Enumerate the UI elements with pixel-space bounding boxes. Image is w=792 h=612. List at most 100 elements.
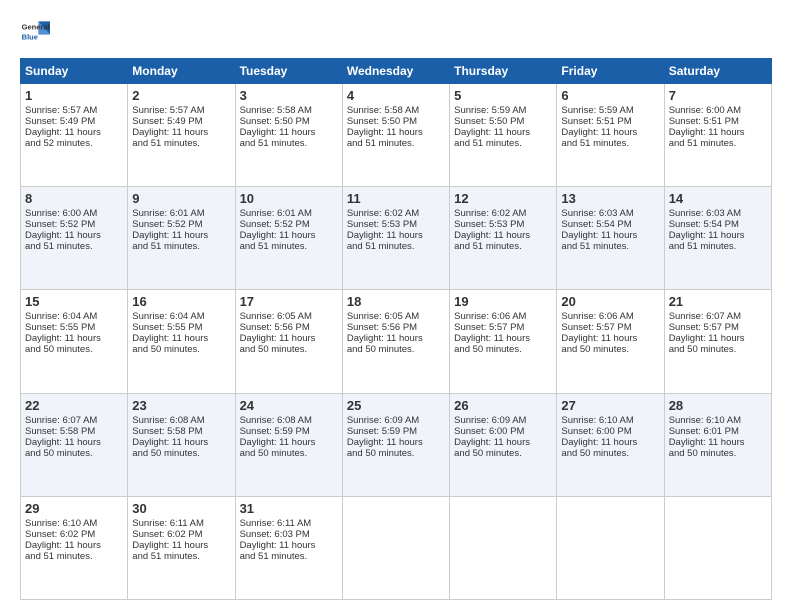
day-info-line: and 50 minutes. (347, 448, 445, 459)
day-info-line: and 51 minutes. (454, 241, 552, 252)
day-info-line: Daylight: 11 hours (25, 127, 123, 138)
day-info-line: Sunrise: 6:04 AM (132, 311, 230, 322)
day-info-line: Daylight: 11 hours (25, 230, 123, 241)
day-info-line: Sunrise: 6:05 AM (240, 311, 338, 322)
day-info-line: and 50 minutes. (132, 448, 230, 459)
day-info-line: Sunset: 6:02 PM (132, 529, 230, 540)
calendar-table: SundayMondayTuesdayWednesdayThursdayFrid… (20, 58, 772, 600)
day-number: 16 (132, 294, 230, 309)
svg-text:General: General (22, 23, 50, 32)
day-number: 26 (454, 398, 552, 413)
day-info-line: and 51 minutes. (669, 241, 767, 252)
day-info-line: Sunset: 5:49 PM (25, 116, 123, 127)
day-info-line: Sunrise: 6:08 AM (240, 415, 338, 426)
day-info-line: and 51 minutes. (25, 551, 123, 562)
day-info-line: Sunset: 5:53 PM (454, 219, 552, 230)
day-info-line: and 51 minutes. (25, 241, 123, 252)
empty-cell (342, 496, 449, 599)
day-info-line: Sunrise: 6:05 AM (347, 311, 445, 322)
day-info-line: and 50 minutes. (561, 448, 659, 459)
day-info-line: Sunrise: 6:06 AM (454, 311, 552, 322)
day-cell-28: 28Sunrise: 6:10 AMSunset: 6:01 PMDayligh… (664, 393, 771, 496)
day-info-line: Sunset: 5:57 PM (561, 322, 659, 333)
day-cell-6: 6Sunrise: 5:59 AMSunset: 5:51 PMDaylight… (557, 84, 664, 187)
day-info-line: Daylight: 11 hours (25, 437, 123, 448)
day-info-line: Sunset: 5:59 PM (240, 426, 338, 437)
day-info-line: Daylight: 11 hours (669, 437, 767, 448)
day-info-line: Sunrise: 5:59 AM (561, 105, 659, 116)
day-cell-15: 15Sunrise: 6:04 AMSunset: 5:55 PMDayligh… (21, 290, 128, 393)
day-info-line: Sunset: 5:57 PM (454, 322, 552, 333)
col-header-sunday: Sunday (21, 59, 128, 84)
day-info-line: Sunrise: 5:59 AM (454, 105, 552, 116)
day-info-line: Daylight: 11 hours (561, 333, 659, 344)
day-info-line: Daylight: 11 hours (347, 230, 445, 241)
day-info-line: Sunrise: 6:10 AM (25, 518, 123, 529)
day-number: 14 (669, 191, 767, 206)
day-info-line: Sunrise: 5:57 AM (132, 105, 230, 116)
day-number: 12 (454, 191, 552, 206)
day-number: 5 (454, 88, 552, 103)
day-info-line: Sunrise: 6:09 AM (454, 415, 552, 426)
day-number: 30 (132, 501, 230, 516)
day-cell-18: 18Sunrise: 6:05 AMSunset: 5:56 PMDayligh… (342, 290, 449, 393)
day-number: 1 (25, 88, 123, 103)
day-info-line: Sunrise: 5:58 AM (240, 105, 338, 116)
day-info-line: Daylight: 11 hours (347, 437, 445, 448)
empty-cell (664, 496, 771, 599)
day-info-line: Sunset: 5:57 PM (669, 322, 767, 333)
day-info-line: Daylight: 11 hours (132, 540, 230, 551)
day-info-line: Sunset: 5:54 PM (669, 219, 767, 230)
day-info-line: and 51 minutes. (561, 138, 659, 149)
day-cell-24: 24 Sunrise: 6:08 AMSunset: 5:59 PMDayligh… (235, 393, 342, 496)
day-number: 11 (347, 191, 445, 206)
day-cell-17: 17Sunrise: 6:05 AMSunset: 5:56 PMDayligh… (235, 290, 342, 393)
day-cell-8: 8Sunrise: 6:00 AMSunset: 5:52 PMDaylight… (21, 187, 128, 290)
day-number: 17 (240, 294, 338, 309)
day-info-line: Daylight: 11 hours (454, 437, 552, 448)
day-info-line: Daylight: 11 hours (347, 127, 445, 138)
day-info-line: Sunrise: 6:11 AM (240, 518, 338, 529)
day-number: 29 (25, 501, 123, 516)
day-cell-16: 16Sunrise: 6:04 AMSunset: 5:55 PMDayligh… (128, 290, 235, 393)
day-number: 9 (132, 191, 230, 206)
day-info-line: Daylight: 11 hours (561, 437, 659, 448)
header: General Blue (20, 18, 772, 48)
day-info-line: Daylight: 11 hours (132, 230, 230, 241)
day-info-line: Daylight: 11 hours (454, 127, 552, 138)
day-info-line: Sunset: 5:54 PM (561, 219, 659, 230)
day-info-line: Sunset: 5:55 PM (25, 322, 123, 333)
day-cell-4: 4Sunrise: 5:58 AMSunset: 5:50 PMDaylight… (342, 84, 449, 187)
day-number: 8 (25, 191, 123, 206)
logo: General Blue (20, 18, 50, 48)
day-info-line: and 51 minutes. (669, 138, 767, 149)
day-number: 15 (25, 294, 123, 309)
day-info-line: Sunset: 5:59 PM (347, 426, 445, 437)
day-info-line: and 50 minutes. (454, 448, 552, 459)
day-info-line: Daylight: 11 hours (240, 437, 338, 448)
day-number: 2 (132, 88, 230, 103)
day-cell-5: 5 Sunrise: 5:59 AMSunset: 5:50 PMDaylight… (450, 84, 557, 187)
day-info-line: Sunrise: 6:07 AM (25, 415, 123, 426)
empty-cell (557, 496, 664, 599)
day-number: 31 (240, 501, 338, 516)
day-number: 10 (240, 191, 338, 206)
day-number: 27 (561, 398, 659, 413)
col-header-monday: Monday (128, 59, 235, 84)
day-info-line: Daylight: 11 hours (240, 127, 338, 138)
day-info-line: Sunrise: 5:57 AM (25, 105, 123, 116)
day-cell-1: 1 Sunrise: 5:57 AMSunset: 5:49 PMDaylight… (21, 84, 128, 187)
day-info-line: Sunset: 5:50 PM (454, 116, 552, 127)
day-info-line: and 50 minutes. (240, 448, 338, 459)
day-number: 24 (240, 398, 338, 413)
day-cell-11: 11Sunrise: 6:02 AMSunset: 5:53 PMDayligh… (342, 187, 449, 290)
day-info-line: Daylight: 11 hours (454, 230, 552, 241)
day-info-line: Sunset: 6:00 PM (454, 426, 552, 437)
day-info-line: Daylight: 11 hours (240, 333, 338, 344)
day-info-line: Sunset: 5:52 PM (240, 219, 338, 230)
day-info-line: Daylight: 11 hours (454, 333, 552, 344)
day-number: 23 (132, 398, 230, 413)
day-info-line: Sunset: 6:03 PM (240, 529, 338, 540)
day-cell-21: 21Sunrise: 6:07 AMSunset: 5:57 PMDayligh… (664, 290, 771, 393)
day-cell-2: 2Sunrise: 5:57 AMSunset: 5:49 PMDaylight… (128, 84, 235, 187)
